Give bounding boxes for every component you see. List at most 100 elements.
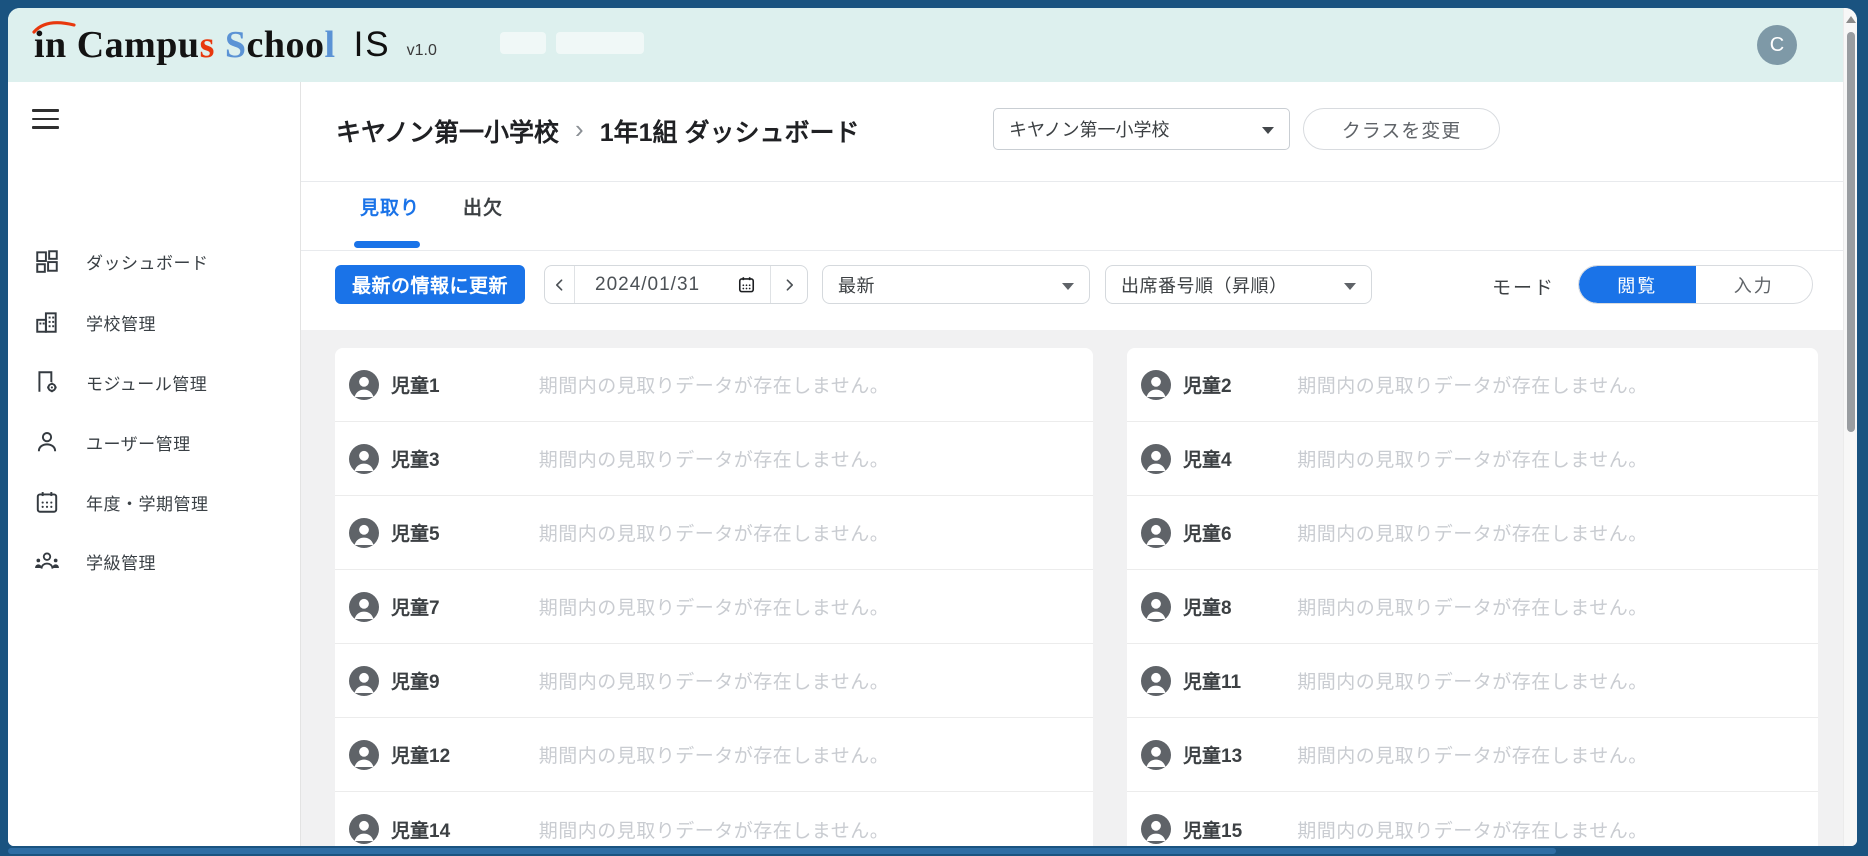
chevron-left-icon — [555, 278, 562, 291]
student-row[interactable]: 児童5 期間内の見取りデータが存在しません。 — [335, 496, 1093, 570]
student-name: 児童4 — [1183, 450, 1232, 471]
sidebar: ダッシュボード 学校管理 モジュール管理 ユーザー管理 年度・学期管理 学級管理 — [8, 82, 301, 846]
student-row[interactable]: 児童14 期間内の見取りデータが存在しません。 — [335, 792, 1093, 846]
student-avatar-icon — [1141, 739, 1171, 770]
student-row[interactable]: 児童8 期間内の見取りデータが存在しません。 — [1127, 570, 1818, 644]
app-header: in Campus School IS v1.0 C — [8, 8, 1843, 82]
empty-data-message: 期間内の見取りデータが存在しません。 — [538, 450, 890, 471]
student-row[interactable]: 児童15 期間内の見取りデータが存在しません。 — [1127, 792, 1818, 846]
calendar-icon[interactable] — [737, 275, 756, 294]
logo-seg: choo — [246, 24, 325, 66]
prev-day-button[interactable] — [545, 266, 575, 303]
logo-seg — [215, 24, 225, 66]
scroll-up-arrow-icon[interactable] — [1846, 16, 1856, 23]
student-name: 児童1 — [391, 376, 440, 397]
tab-mitori[interactable]: 見取り — [360, 193, 420, 220]
mode-input-button[interactable]: 入力 — [1696, 266, 1813, 303]
empty-data-message: 期間内の見取りデータが存在しません。 — [1297, 450, 1648, 471]
sort-order-value: 出席番号順（昇順） — [1121, 275, 1288, 296]
student-name: 児童13 — [1183, 746, 1243, 767]
breadcrumb: キヤノン第一小学校 › 1年1組 ダッシュボード — [336, 113, 859, 149]
vertical-scrollbar[interactable] — [1843, 8, 1857, 846]
sidebar-item-class-admin[interactable]: 学級管理 — [8, 539, 300, 583]
sidebar-item-module-admin[interactable]: モジュール管理 — [8, 360, 300, 404]
user-avatar[interactable]: C — [1757, 25, 1797, 65]
sidebar-item-label: ダッシュボード — [86, 253, 209, 273]
mode-view-button[interactable]: 閲覧 — [1579, 266, 1696, 303]
app-version: v1.0 — [406, 42, 437, 59]
sidebar-item-label: ユーザー管理 — [86, 434, 191, 454]
student-name: 児童14 — [391, 820, 451, 842]
next-day-button[interactable] — [770, 266, 807, 303]
student-name: 児童12 — [391, 746, 451, 767]
student-avatar-icon — [1141, 814, 1171, 844]
tab-attendance[interactable]: 出欠 — [463, 193, 503, 220]
empty-data-message: 期間内の見取りデータが存在しません。 — [1297, 820, 1648, 842]
student-row[interactable]: 児童2 期間内の見取りデータが存在しません。 — [1127, 348, 1818, 422]
sort-order-dropdown[interactable]: 出席番号順（昇順） — [1105, 265, 1372, 304]
empty-data-message: 期間内の見取りデータが存在しません。 — [1297, 746, 1648, 767]
school-select[interactable]: キヤノン第一小学校 — [993, 108, 1290, 150]
student-avatar-icon — [1141, 591, 1171, 622]
empty-data-message: 期間内の見取りデータが存在しません。 — [538, 746, 890, 767]
vertical-scrollbar-thumb[interactable] — [1847, 32, 1855, 432]
sidebar-item-school-admin[interactable]: 学校管理 — [8, 300, 300, 344]
sidebar-item-dashboard[interactable]: ダッシュボード — [8, 239, 300, 283]
module-gear-icon — [38, 371, 57, 393]
user-icon — [37, 432, 57, 452]
student-row[interactable]: 児童7 期間内の見取りデータが存在しません。 — [335, 570, 1093, 644]
latest-filter-dropdown[interactable]: 最新 — [822, 265, 1090, 304]
logo-seg: Campu — [76, 24, 200, 66]
student-row[interactable]: 児童4 期間内の見取りデータが存在しません。 — [1127, 422, 1818, 496]
chevron-down-icon — [1262, 127, 1274, 134]
refresh-button[interactable]: 最新の情報に更新 — [335, 265, 525, 304]
horizontal-scrollbar-thumb[interactable] — [8, 848, 1556, 854]
sidebar-item-user-admin[interactable]: ユーザー管理 — [8, 420, 300, 464]
student-row[interactable]: 児童11 期間内の見取りデータが存在しません。 — [1127, 644, 1818, 718]
sidebar-item-label: モジュール管理 — [86, 374, 208, 394]
date-value: 2024/01/31 — [595, 273, 701, 295]
date-field[interactable]: 2024/01/31 — [575, 266, 770, 303]
student-avatar-icon — [349, 443, 379, 474]
empty-data-message: 期間内の見取りデータが存在しません。 — [1297, 598, 1648, 619]
mode-toggle: 閲覧 入力 — [1578, 265, 1813, 304]
divider — [301, 250, 1843, 251]
logo-suffix: IS — [353, 25, 391, 64]
student-name: 児童2 — [1183, 376, 1232, 397]
student-row[interactable]: 児童3 期間内の見取りデータが存在しません。 — [335, 422, 1093, 496]
app-window: in Campus School IS v1.0 C ダッシュボード 学校管理 … — [0, 0, 1868, 856]
page-title: 1年1組 ダッシュボード — [599, 119, 860, 147]
student-avatar-icon — [349, 665, 379, 696]
app-logo: in Campus School IS v1.0 — [32, 8, 437, 82]
change-class-button[interactable]: クラスを変更 — [1303, 108, 1500, 150]
logo-seg: l — [324, 24, 336, 66]
student-row[interactable]: 児童6 期間内の見取りデータが存在しません。 — [1127, 496, 1818, 570]
latest-filter-value: 最新 — [838, 275, 875, 296]
blurred-text-block — [500, 32, 546, 54]
date-pager: 2024/01/31 — [544, 265, 808, 304]
student-row[interactable]: 児童1 期間内の見取りデータが存在しません。 — [335, 348, 1093, 422]
student-avatar-icon — [349, 739, 379, 770]
sidebar-item-year-term-admin[interactable]: 年度・学期管理 — [8, 480, 300, 524]
app-surface: in Campus School IS v1.0 C ダッシュボード 学校管理 … — [8, 8, 1857, 846]
school-building-icon — [36, 312, 57, 333]
student-avatar-icon — [1141, 517, 1171, 548]
dashboard-icon — [36, 250, 58, 273]
logo-seg: s — [199, 24, 215, 66]
student-row[interactable]: 児童9 期間内の見取りデータが存在しません。 — [335, 644, 1093, 718]
class-group-icon — [35, 552, 59, 569]
menu-toggle-icon[interactable] — [32, 104, 66, 134]
student-name: 児童9 — [391, 672, 440, 693]
student-avatar-icon — [349, 591, 379, 622]
divider — [301, 181, 1843, 182]
student-row[interactable]: 児童13 期間内の見取りデータが存在しません。 — [1127, 718, 1818, 792]
logo-seg: S — [224, 24, 247, 66]
sidebar-item-label: 学校管理 — [86, 314, 156, 334]
student-avatar-icon — [1141, 665, 1171, 696]
empty-data-message: 期間内の見取りデータが存在しません。 — [538, 524, 890, 545]
sidebar-item-label: 年度・学期管理 — [86, 494, 209, 514]
empty-data-message: 期間内の見取りデータが存在しません。 — [538, 598, 890, 619]
student-row[interactable]: 児童12 期間内の見取りデータが存在しません。 — [335, 718, 1093, 792]
student-name: 児童5 — [391, 524, 440, 545]
student-card-column-right: 児童2 期間内の見取りデータが存在しません。 児童4 期間内の見取りデータが存在… — [1127, 348, 1818, 846]
